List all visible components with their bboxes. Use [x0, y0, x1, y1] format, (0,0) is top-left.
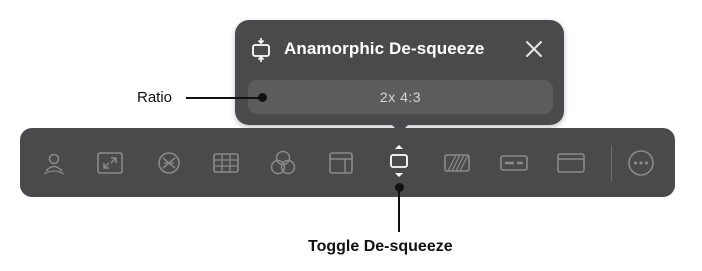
- desqueeze-popover: Anamorphic De-squeeze 2x 4:3: [235, 20, 564, 133]
- camera-toolbar: [20, 128, 675, 197]
- desqueeze-icon: [249, 37, 273, 63]
- popover-title: Anamorphic De-squeeze: [284, 39, 485, 58]
- more-icon[interactable]: [626, 148, 656, 178]
- close-icon[interactable]: [524, 39, 544, 59]
- aspect-window-icon[interactable]: [556, 148, 586, 178]
- callout-line-ratio: [186, 97, 262, 99]
- color-circles-icon[interactable]: [268, 148, 298, 178]
- bar-indicator-icon[interactable]: [499, 148, 529, 178]
- callout-line-toggle: [398, 187, 400, 232]
- zebra-stripes-icon[interactable]: [442, 148, 472, 178]
- callout-label-ratio: Ratio: [137, 89, 173, 106]
- grid-icon[interactable]: [211, 148, 241, 178]
- callout-dot-ratio: [258, 93, 267, 102]
- shrink-arrows-icon[interactable]: [95, 148, 125, 178]
- ratio-value: 2x 4:3: [379, 89, 422, 105]
- toolbar-divider: [611, 145, 612, 181]
- frame-guides-icon[interactable]: [326, 148, 356, 178]
- desqueeze-toggle-button[interactable]: [384, 145, 414, 181]
- callout-label-toggle: Toggle De-squeeze: [308, 238, 453, 255]
- ratio-selector[interactable]: 2x 4:3: [248, 80, 553, 114]
- portrait-lighting-icon[interactable]: [39, 148, 69, 178]
- no-filter-icon[interactable]: [154, 148, 184, 178]
